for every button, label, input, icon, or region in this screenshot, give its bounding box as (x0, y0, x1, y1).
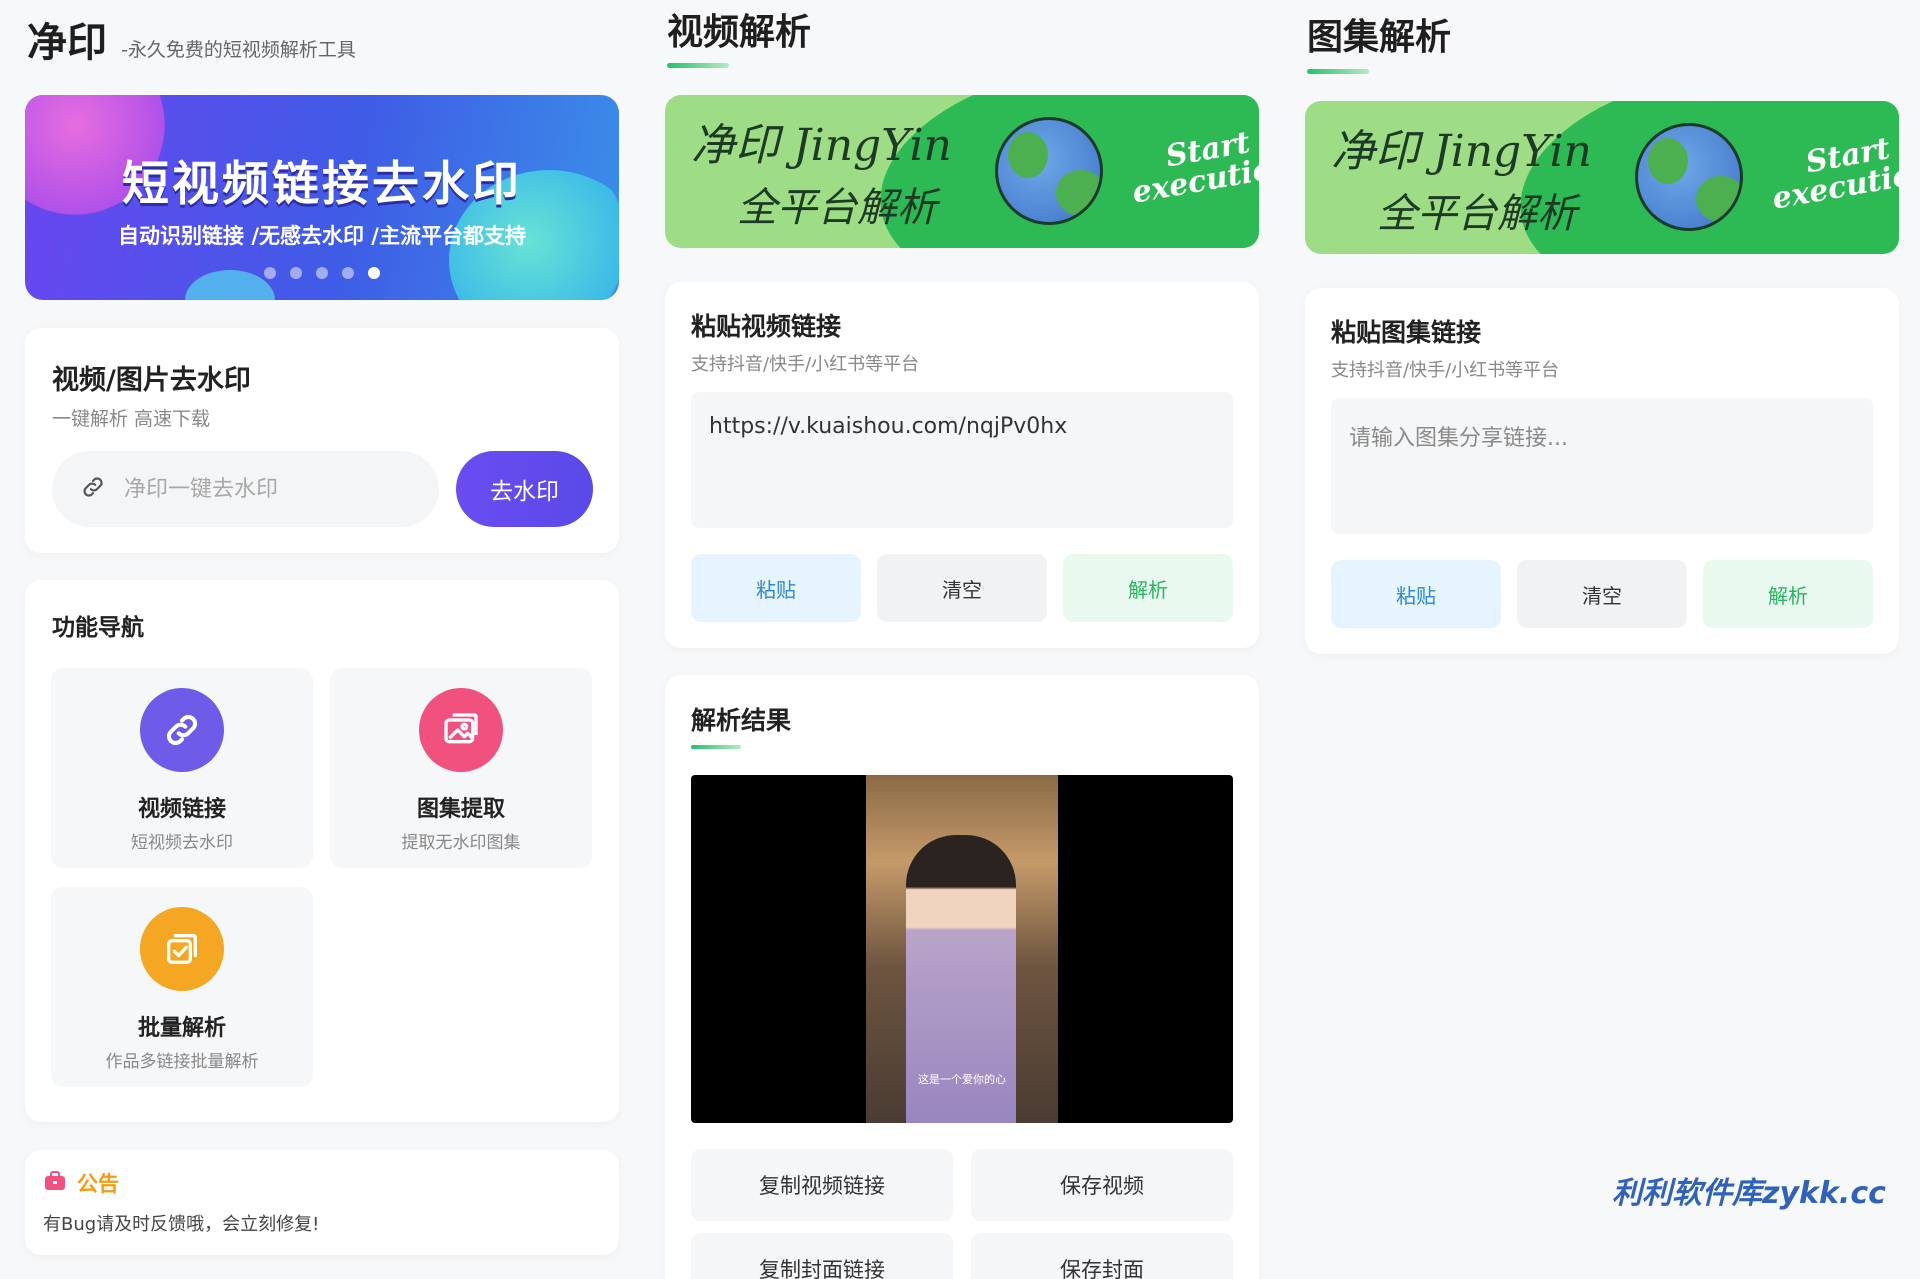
brand-title: 净印 (27, 20, 107, 66)
banner-title: 短视频链接去水印 (122, 157, 522, 212)
notice-icon (43, 1169, 67, 1197)
video-player[interactable]: 这是一个爱你的心 (691, 775, 1233, 1123)
nav-title: 功能导航 (52, 615, 144, 641)
site-watermark: 利利软件库zykk.cc (1612, 1176, 1886, 1211)
save-cover-button[interactable]: 保存封面 (971, 1233, 1233, 1279)
banner-line2: 全平台解析 (1377, 191, 1577, 237)
nav-item-subtitle: 作品多链接批量解析 (105, 1052, 259, 1072)
banner-line1: 净印 JingYin (691, 120, 952, 171)
carousel-dot-active[interactable] (368, 267, 380, 279)
card-subtitle: 一键解析 高速下载 (52, 408, 211, 430)
paste-subtitle: 支持抖音/快手/小红书等平台 (691, 354, 920, 375)
section-title: 图集解析 (1307, 17, 1452, 58)
title-underline (1307, 69, 1369, 74)
images-icon (419, 688, 503, 772)
copy-cover-link-button[interactable]: 复制封面链接 (691, 1233, 953, 1279)
jingyin-banner: 净印 JingYin 全平台解析 Start execution (1305, 101, 1899, 254)
banner-subtitle: 自动识别链接 /无感去水印 /主流平台都支持 (118, 224, 526, 248)
globe-icon (1635, 123, 1743, 231)
paste-button[interactable]: 粘贴 (691, 554, 861, 622)
parse-button[interactable]: 解析 (1703, 560, 1873, 628)
nav-item-subtitle: 短视频去水印 (131, 833, 233, 853)
clear-button[interactable]: 清空 (877, 554, 1047, 622)
paste-button[interactable]: 粘贴 (1331, 560, 1501, 628)
brand-subtitle: -永久免费的短视频解析工具 (121, 39, 356, 61)
paste-subtitle: 支持抖音/快手/小红书等平台 (1331, 360, 1560, 381)
notice-card: 公告 有Bug请及时反馈哦，会立刻修复! (25, 1150, 619, 1255)
paste-video-card: 粘贴视频链接 支持抖音/快手/小红书等平台 https://v.kuaishou… (665, 282, 1259, 648)
batch-icon (140, 907, 224, 991)
notice-text: 有Bug请及时反馈哦，会立刻修复! (43, 1214, 320, 1235)
result-title: 解析结果 (691, 706, 792, 735)
result-card: 解析结果 这是一个爱你的心 复制视频链接 保存视频 复制封面链接 保存封面 (665, 675, 1259, 1279)
clear-button[interactable]: 清空 (1517, 560, 1687, 628)
nav-item-batch[interactable]: 批量解析 作品多链接批量解析 (51, 887, 313, 1087)
copy-video-link-button[interactable]: 复制视频链接 (691, 1149, 953, 1221)
carousel-dot[interactable] (264, 267, 276, 279)
globe-icon (995, 117, 1103, 225)
section-title: 视频解析 (667, 12, 812, 53)
video-caption: 这是一个爱你的心 (918, 1073, 1006, 1086)
parse-button[interactable]: 解析 (1063, 554, 1233, 622)
title-underline (667, 63, 729, 68)
nav-item-video-link[interactable]: 视频链接 短视频去水印 (51, 668, 313, 868)
nav-item-title: 图集提取 (416, 797, 505, 822)
notice-title: 公告 (77, 1172, 119, 1196)
nav-item-gallery[interactable]: 图集提取 提取无水印图集 (330, 668, 592, 868)
paste-title: 粘贴视频链接 (691, 312, 842, 341)
save-video-button[interactable]: 保存视频 (971, 1149, 1233, 1221)
banner-line1: 净印 JingYin (1331, 126, 1592, 177)
carousel-dot[interactable] (342, 267, 354, 279)
paste-title: 粘贴图集链接 (1331, 318, 1482, 347)
jingyin-banner: 净印 JingYin 全平台解析 Start execution (665, 95, 1259, 248)
carousel-dot[interactable] (290, 267, 302, 279)
remove-watermark-card: 视频/图片去水印 一键解析 高速下载 去水印 (25, 328, 619, 553)
link-icon (80, 474, 106, 504)
link-input[interactable] (124, 476, 384, 502)
nav-item-title: 批量解析 (137, 1016, 226, 1041)
nav-item-title: 视频链接 (137, 797, 226, 822)
link-icon (140, 688, 224, 772)
notice-header: 公告 (43, 1168, 119, 1198)
video-frame: 这是一个爱你的心 (866, 775, 1058, 1123)
video-link-input[interactable]: https://v.kuaishou.com/nqjPv0hx (691, 392, 1233, 528)
paste-gallery-card: 粘贴图集链接 支持抖音/快手/小红书等平台 粘贴 清空 解析 (1305, 288, 1899, 654)
remove-watermark-button[interactable]: 去水印 (456, 451, 593, 527)
gallery-link-input[interactable] (1331, 398, 1873, 534)
app-screens: 净印 -永久免费的短视频解析工具 短视频链接去水印 自动识别链接 /无感去水印 … (0, 0, 1920, 1279)
brand-header: 净印 -永久免费的短视频解析工具 (27, 10, 356, 68)
link-input-wrapper (52, 451, 439, 527)
banner-line2: 全平台解析 (737, 185, 937, 231)
carousel-dots (25, 267, 619, 279)
title-underline (691, 745, 741, 749)
carousel-dot[interactable] (316, 267, 328, 279)
promo-banner[interactable]: 短视频链接去水印 自动识别链接 /无感去水印 /主流平台都支持 (25, 95, 619, 300)
nav-item-subtitle: 提取无水印图集 (401, 833, 521, 853)
feature-nav-card: 功能导航 视频链接 短视频去水印 图集提取 提取无水印图集 批量解析 作品多链接… (25, 580, 619, 1122)
card-title: 视频/图片去水印 (52, 365, 251, 396)
